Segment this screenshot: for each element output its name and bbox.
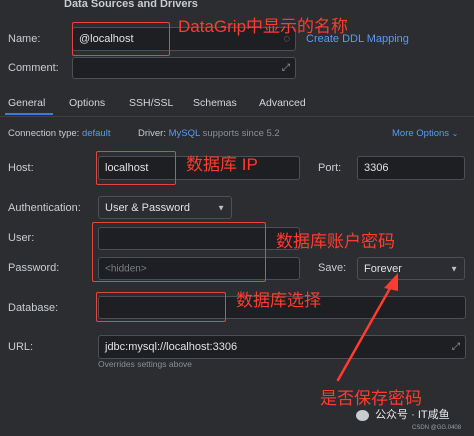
watermark-text: 公众号 · IT咸鱼 [375,409,450,421]
arrow-icon [336,273,398,382]
wechat-icon [356,409,369,421]
watermark: 公众号 · IT咸鱼 [356,406,450,422]
watermark-small: CSDN @GG.0408 [412,425,462,431]
